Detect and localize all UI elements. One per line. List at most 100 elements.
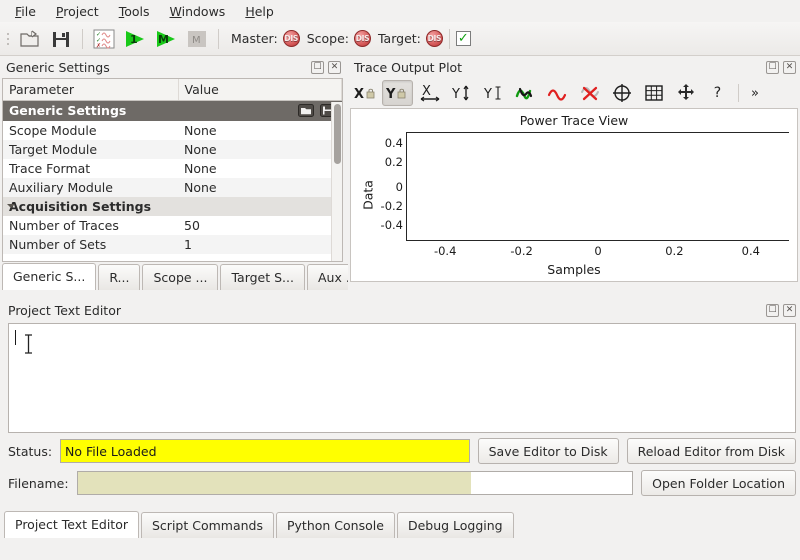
table-row[interactable]: Generic Settings	[3, 100, 342, 121]
column-header-parameter[interactable]: Parameter	[3, 79, 179, 101]
row-value[interactable]: None	[178, 121, 342, 140]
menu-item-windows[interactable]: Windows	[161, 1, 235, 22]
grid-icon[interactable]	[638, 80, 669, 106]
target-status-badge[interactable]: DIS	[425, 30, 443, 47]
capture-setup-icon[interactable]: ✓ ✓ ✗	[89, 25, 119, 53]
row-param: Number of Sets	[3, 234, 178, 254]
status-bar	[0, 538, 800, 560]
open-project-icon[interactable]	[15, 25, 45, 53]
open-folder-button[interactable]: Open Folder Location	[641, 470, 796, 496]
row-param: Auxiliary Module	[3, 177, 178, 197]
table-row[interactable]: Number of Sets 1	[3, 234, 342, 254]
save-project-icon[interactable]	[46, 25, 76, 53]
master-status-label: Master:	[231, 31, 278, 46]
settings-scrollbar-thumb[interactable]	[334, 104, 341, 164]
clear-trace-icon[interactable]	[574, 80, 605, 106]
row-param: Scope Module	[9, 122, 97, 138]
chart-xtick: 0	[594, 244, 602, 258]
row-value[interactable]: 50	[178, 216, 342, 235]
row-value[interactable]: None	[178, 139, 342, 159]
menu-item-tools[interactable]: Tools	[110, 1, 159, 22]
scope-status-badge[interactable]: DIS	[353, 30, 371, 47]
tab-results[interactable]: R...	[98, 264, 141, 290]
row-folder-icon[interactable]	[297, 103, 314, 118]
editor-titlebar: Project Text Editor ☐ ✕	[0, 299, 800, 321]
plot-canvas[interactable]: Power Trace View Data Samples 0.4 0.2 0 …	[350, 108, 798, 282]
svg-text:Y: Y	[483, 87, 492, 102]
table-row[interactable]: Auxiliary Module None	[3, 177, 342, 197]
master-status-badge[interactable]: DIS	[282, 30, 300, 47]
float-icon[interactable]: ☐	[766, 60, 779, 74]
settings-tabstrip: Generic S... R... Scope ... Target S... …	[0, 262, 369, 290]
tab-script-commands[interactable]: Script Commands	[141, 512, 274, 538]
status-field: No File Loaded	[60, 439, 470, 463]
chart-title: Power Trace View	[519, 113, 629, 128]
save-editor-button[interactable]: Save Editor to Disk	[477, 438, 619, 464]
close-icon[interactable]: ✕	[328, 60, 341, 74]
y-axis-cursor-icon[interactable]: Y	[478, 80, 509, 106]
chart-ytick: -0.2	[380, 198, 403, 213]
toolbar-separator-3	[448, 28, 450, 49]
help-icon[interactable]: ?	[702, 80, 733, 106]
tab-generic-settings[interactable]: Generic S...	[2, 263, 97, 290]
menu-item-help[interactable]: Help	[236, 1, 283, 22]
y-lock-icon[interactable]: Y	[382, 80, 413, 106]
menu-item-file[interactable]: FFileile	[6, 1, 45, 22]
close-icon[interactable]: ✕	[783, 60, 796, 74]
x-axis-icon[interactable]: X	[414, 80, 445, 106]
tab-python-console[interactable]: Python Console	[276, 512, 395, 538]
settings-table: Parameter Value Generic Settings Scope M…	[2, 78, 343, 262]
svg-text:Y: Y	[386, 87, 396, 102]
generic-settings-titlebar: Generic Settings ☐ ✕	[0, 56, 345, 78]
reload-editor-button[interactable]: Reload Editor from Disk	[626, 438, 796, 464]
toolbar-drag-handle[interactable]	[4, 28, 11, 50]
table-row[interactable]: Acquisition Settings	[3, 196, 342, 216]
plot-toolbar-overflow-button[interactable]: »	[744, 80, 766, 106]
row-value[interactable]: None	[178, 159, 342, 178]
project-text-editor-dock: Project Text Editor ☐ ✕ Status: No File …	[0, 299, 800, 517]
main-area: Generic Settings ☐ ✕ Parameter Value Gen…	[0, 56, 800, 560]
filename-fill	[77, 472, 472, 494]
status-label: Status:	[8, 443, 53, 459]
svg-text:M: M	[158, 33, 169, 46]
capture-m-icon[interactable]: M	[151, 25, 181, 53]
float-icon[interactable]: ☐	[311, 60, 324, 74]
float-icon[interactable]: ☐	[766, 303, 779, 317]
tab-target-settings[interactable]: Target S...	[220, 264, 305, 290]
chevron-down-icon[interactable]	[7, 203, 15, 208]
tab-debug-logging[interactable]: Debug Logging	[396, 512, 514, 538]
close-icon[interactable]: ✕	[783, 303, 796, 317]
bottom-tabstrip: Project Text Editor Script Commands Pyth…	[0, 508, 800, 538]
filename-input[interactable]	[76, 471, 634, 495]
menu-item-project[interactable]: Project	[47, 1, 108, 22]
toolbar-checkbox[interactable]: ✓	[455, 31, 471, 46]
tab-scope-settings[interactable]: Scope ...	[142, 264, 219, 290]
plot-toolbar-separator	[738, 84, 739, 102]
pan-icon[interactable]	[670, 80, 701, 106]
chart-ytick: -0.4	[380, 218, 403, 233]
table-row[interactable]: Scope Module None	[3, 121, 342, 140]
filename-label: Filename:	[8, 475, 69, 491]
settings-scrollbar[interactable]	[331, 102, 342, 261]
table-row[interactable]: Trace Format None	[3, 159, 342, 178]
x-lock-icon[interactable]: X	[350, 80, 381, 106]
main-toolbar: ✓ ✓ ✗ 1 M M Master: DIS Scope: DIS Targe…	[0, 22, 800, 56]
column-header-value[interactable]: Value	[178, 79, 342, 101]
table-row[interactable]: Target Module None	[3, 139, 342, 159]
ibeam-cursor-icon	[25, 334, 32, 354]
row-param: Target Module	[3, 139, 178, 159]
row-param: Acquisition Settings	[3, 196, 178, 216]
add-trace-icon[interactable]	[510, 80, 541, 106]
row-value[interactable]: None	[178, 177, 342, 197]
tab-project-text-editor[interactable]: Project Text Editor	[4, 511, 139, 538]
editor-textarea[interactable]	[8, 323, 796, 433]
scope-status-label: Scope:	[306, 31, 349, 46]
table-row[interactable]: Number of Traces 50	[3, 216, 342, 235]
highlight-trace-icon[interactable]	[542, 80, 573, 106]
row-value	[178, 100, 342, 121]
capture-1-icon[interactable]: 1	[120, 25, 150, 53]
row-value	[178, 196, 342, 216]
crosshair-icon[interactable]	[606, 80, 637, 106]
y-axis-range-icon[interactable]: Y	[446, 80, 477, 106]
row-value[interactable]: 1	[178, 234, 342, 254]
